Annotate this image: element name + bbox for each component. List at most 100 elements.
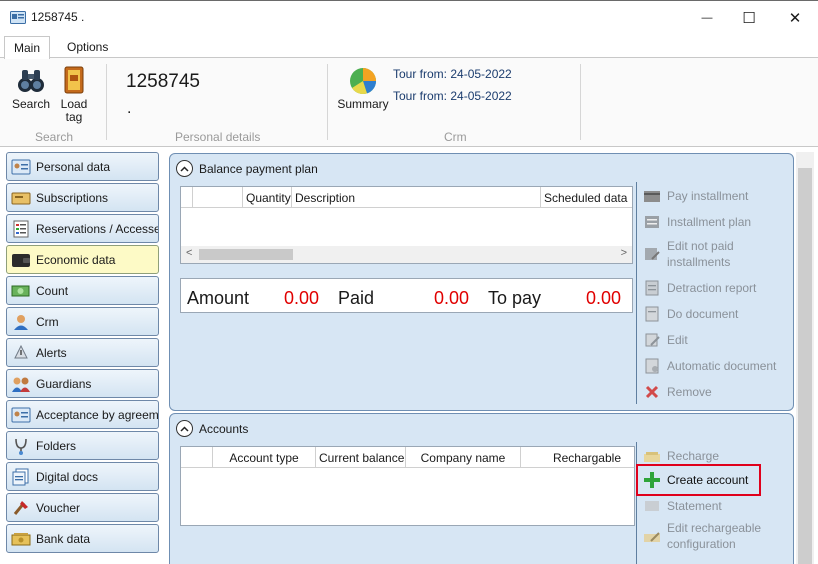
ribbon-separator <box>106 64 107 140</box>
edit-recharge-icon <box>642 526 662 546</box>
scroll-right-icon[interactable]: > <box>621 247 627 259</box>
report-icon <box>642 278 662 298</box>
column-header[interactable] <box>181 447 213 468</box>
summary-button[interactable]: Summary <box>336 64 390 111</box>
horizontal-scrollbar[interactable]: < > <box>181 246 632 263</box>
action-label: installments <box>667 255 731 269</box>
column-header-current-balance[interactable]: Current balance <box>316 447 406 468</box>
ribbon: Search Load tag Search 1258745 . Persona… <box>0 57 818 147</box>
search-button-label: Search <box>11 97 51 111</box>
column-header[interactable] <box>181 187 193 208</box>
nav-item-label: Voucher <box>36 500 81 515</box>
nav-bank-data[interactable]: Bank data <box>6 524 159 553</box>
detraction-report-button[interactable]: Detraction report <box>642 278 756 298</box>
installment-plan-button[interactable]: Installment plan <box>642 212 751 232</box>
scroll-left-icon[interactable]: < <box>186 247 192 259</box>
remove-button[interactable]: Remove <box>642 382 712 402</box>
column-header-quantity[interactable]: Quantity <box>243 187 292 208</box>
collapse-button[interactable] <box>176 160 193 177</box>
action-label: Do document <box>667 307 739 321</box>
nav-subscriptions[interactable]: Subscriptions <box>6 183 159 212</box>
edit-rechargeable-configuration-button[interactable]: Edit rechargeable configuration <box>642 520 761 552</box>
action-label: Edit <box>667 333 688 347</box>
alert-icon <box>11 344 31 362</box>
nav-reservations[interactable]: Reservations / Accesses <box>6 214 159 243</box>
to-pay-label: To pay <box>488 288 542 308</box>
checklist-icon <box>11 220 31 238</box>
maximize-icon: ☐ <box>742 9 756 27</box>
nav-voucher[interactable]: Voucher <box>6 493 159 522</box>
guardians-icon <box>11 375 31 393</box>
nav-item-label: Economic data <box>36 252 116 267</box>
action-label: Installment plan <box>667 215 752 229</box>
tour-link-2[interactable]: Tour from: 24-05-2022 <box>393 89 512 103</box>
action-label: configuration <box>667 537 736 551</box>
minimize-button[interactable]: — <box>684 1 730 34</box>
column-header-company-name[interactable]: Company name <box>406 447 521 468</box>
person-icon <box>11 313 31 331</box>
column-header-description[interactable]: Description <box>292 187 541 208</box>
payment-plan-grid[interactable]: Quantity Description Scheduled data < > <box>180 186 633 264</box>
agreement-icon <box>11 406 31 424</box>
action-label: Statement <box>667 499 722 513</box>
nav-crm[interactable]: Crm <box>6 307 159 336</box>
ribbon-separator <box>327 64 328 140</box>
column-header[interactable] <box>193 187 243 208</box>
nav-digital-docs[interactable]: Digital docs <box>6 462 159 491</box>
action-label: Detraction report <box>667 281 757 295</box>
nav-personal-data[interactable]: Personal data <box>6 152 159 181</box>
edit-not-paid-installments-button[interactable]: Edit not paid installments <box>642 238 734 270</box>
nav-alerts[interactable]: Alerts <box>6 338 159 367</box>
panel-title: Accounts <box>199 421 249 436</box>
panel-title: Balance payment plan <box>199 161 318 176</box>
accounts-grid[interactable]: Account type Current balance Company nam… <box>180 446 635 526</box>
column-header-account-type[interactable]: Account type <box>213 447 316 468</box>
edit-button[interactable]: Edit <box>642 330 688 350</box>
edit-installments-icon <box>642 244 662 264</box>
auto-document-icon <box>642 356 662 376</box>
chevron-up-icon <box>180 425 189 432</box>
scrollbar-thumb[interactable] <box>199 249 293 260</box>
column-header-rechargable[interactable]: Rechargable <box>521 447 635 468</box>
pay-icon <box>642 186 662 206</box>
statement-button[interactable]: Statement <box>642 496 722 516</box>
vertical-scrollbar[interactable] <box>796 152 814 564</box>
create-account-button[interactable]: Create account <box>642 470 748 490</box>
amount-value: 0.00 <box>284 288 320 308</box>
tab-options[interactable]: Options <box>58 36 117 58</box>
binoculars-icon <box>10 64 52 98</box>
collapse-button[interactable] <box>176 420 193 437</box>
scrollbar-thumb[interactable] <box>798 168 812 564</box>
close-button[interactable]: ✕ <box>772 1 818 34</box>
title-bar: 1258745 . — ☐ ✕ <box>0 0 818 33</box>
nav-folders[interactable]: Folders <box>6 431 159 460</box>
do-document-button[interactable]: Do document <box>642 304 738 324</box>
nav-guardians[interactable]: Guardians <box>6 369 159 398</box>
tour-link-1[interactable]: Tour from: 24-05-2022 <box>393 67 512 81</box>
nav-item-label: Subscriptions <box>36 190 109 205</box>
search-button[interactable]: Search <box>10 64 52 111</box>
paid-value: 0.00 <box>434 288 470 308</box>
chevron-up-icon <box>180 165 189 172</box>
automatic-document-button[interactable]: Automatic document <box>642 356 776 376</box>
paid-label: Paid <box>338 288 375 308</box>
summary-label: Summary <box>337 97 389 111</box>
action-label: Automatic document <box>667 359 777 373</box>
amount-label: Amount <box>187 288 250 308</box>
nav-item-label: Bank data <box>36 531 91 546</box>
pay-installment-button[interactable]: Pay installment <box>642 186 748 206</box>
action-label: Create account <box>667 473 749 487</box>
action-label: Recharge <box>667 449 720 463</box>
maximize-button[interactable]: ☐ <box>726 1 772 34</box>
column-header-scheduled-data[interactable]: Scheduled data <box>541 187 633 208</box>
balance-payment-plan-panel: Balance payment plan Quantity Descriptio… <box>169 153 794 411</box>
nav-item-label: Digital docs <box>36 469 99 484</box>
nav-economic-data[interactable]: Economic data <box>6 245 159 274</box>
action-label: Pay installment <box>667 189 749 203</box>
recharge-button[interactable]: Recharge <box>642 446 719 466</box>
load-tag-button[interactable]: Load tag <box>56 64 92 124</box>
nav-acceptance[interactable]: Acceptance by agreement <box>6 400 159 429</box>
tab-main[interactable]: Main <box>4 36 51 59</box>
nav-count[interactable]: Count <box>6 276 159 305</box>
to-pay-value: 0.00 <box>586 288 622 308</box>
